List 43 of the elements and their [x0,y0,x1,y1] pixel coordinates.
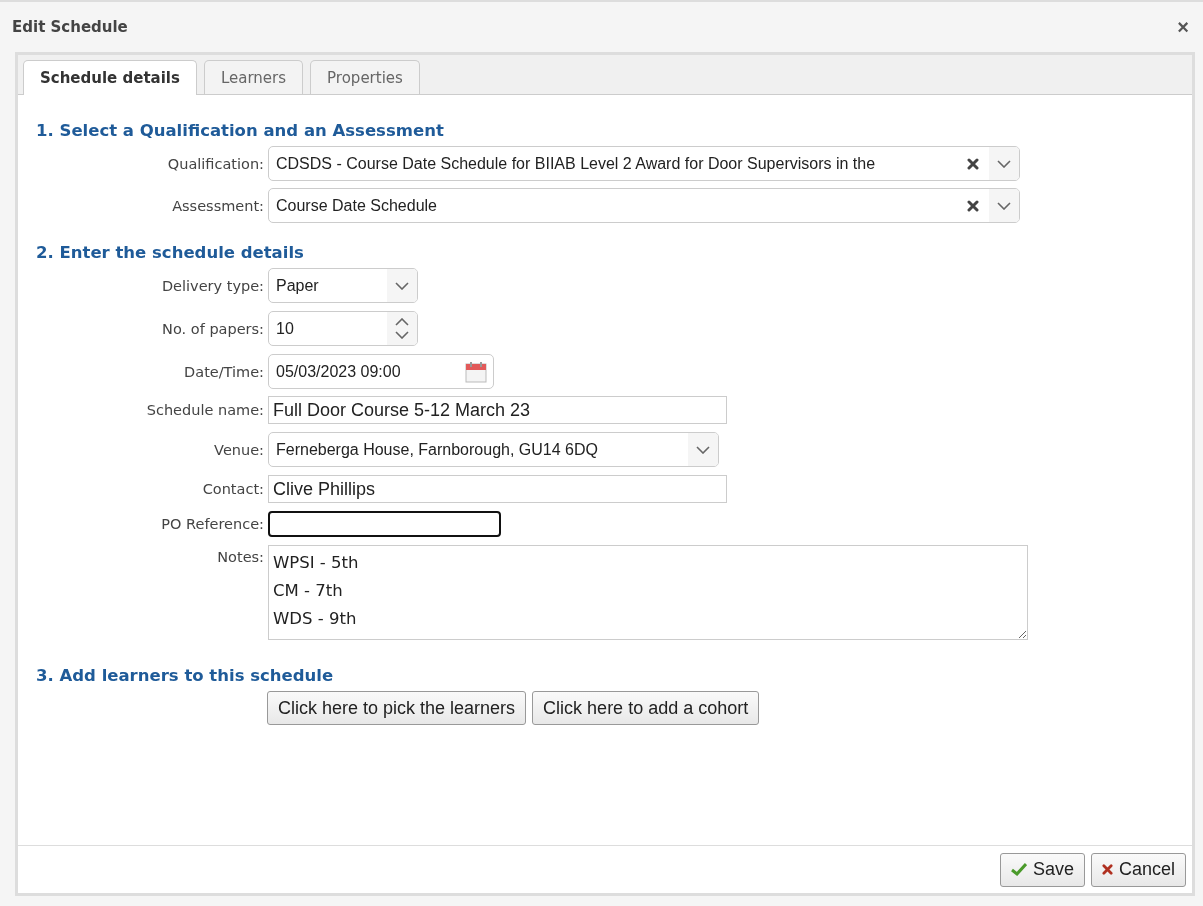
select-field[interactable]: CDSDS - Course Date Schedule for BIIAB Level 2 Award for Door Supervisors in the [268,146,1020,181]
save-button[interactable]: Save [999,852,1085,887]
action-button[interactable]: Click here to pick the learners [267,691,527,725]
field-label: Delivery type: [160,277,265,294]
select-field[interactable]: Paper [268,268,418,303]
check-icon [1010,863,1027,876]
number-field[interactable]: 10 [268,311,418,346]
tab[interactable]: Schedule details [23,60,197,95]
calendar-icon[interactable] [465,360,487,383]
cancel-button[interactable]: Cancel [1090,852,1186,887]
text-field[interactable]: Clive Phillips [268,475,727,503]
field-label: Venue: [213,441,265,458]
action-button[interactable]: Click here to add a cohort [532,691,760,725]
clear-icon[interactable] [967,199,979,212]
chevron-down-icon[interactable] [997,201,1011,210]
select-field[interactable]: Course Date Schedule [268,188,1020,223]
field-label: Assessment: [171,197,265,214]
clear-icon[interactable] [1101,864,1113,875]
text-field[interactable] [268,511,501,537]
date-field[interactable]: 05/03/2023 09:00 [268,354,494,389]
chevron-down-icon[interactable] [395,331,409,339]
chevron-down-icon[interactable] [395,281,409,290]
field-label: No. of papers: [161,320,265,337]
close-button[interactable]: × [1175,15,1191,39]
notes-field[interactable]: WPSI - 5th CM - 7th WDS - 9th [268,545,1028,640]
field-label: Schedule name: [145,402,265,418]
clear-icon[interactable] [967,157,979,170]
field-label: PO Reference: [160,516,265,532]
field-label: Date/Time: [183,363,265,380]
text-field[interactable]: Full Door Course 5-12 March 23 [268,396,727,424]
chevron-down-icon[interactable] [696,445,710,454]
section-heading: 1. Select a Qualification and an Assessment [36,121,445,140]
window-title: Edit Schedule [12,18,128,36]
chevron-down-icon[interactable] [997,159,1011,168]
tab[interactable]: Properties [310,60,420,94]
section-heading: 2. Enter the schedule details [36,243,305,262]
field-label: Contact: [201,481,265,497]
chevron-up-icon[interactable] [395,318,409,326]
field-label: Notes: [216,548,265,565]
section-heading: 3. Add learners to this schedule [36,666,335,685]
select-field[interactable]: Ferneberga House, Farnborough, GU14 6DQ [268,432,719,467]
field-label: Qualification: [166,155,265,172]
tab[interactable]: Learners [203,60,304,94]
